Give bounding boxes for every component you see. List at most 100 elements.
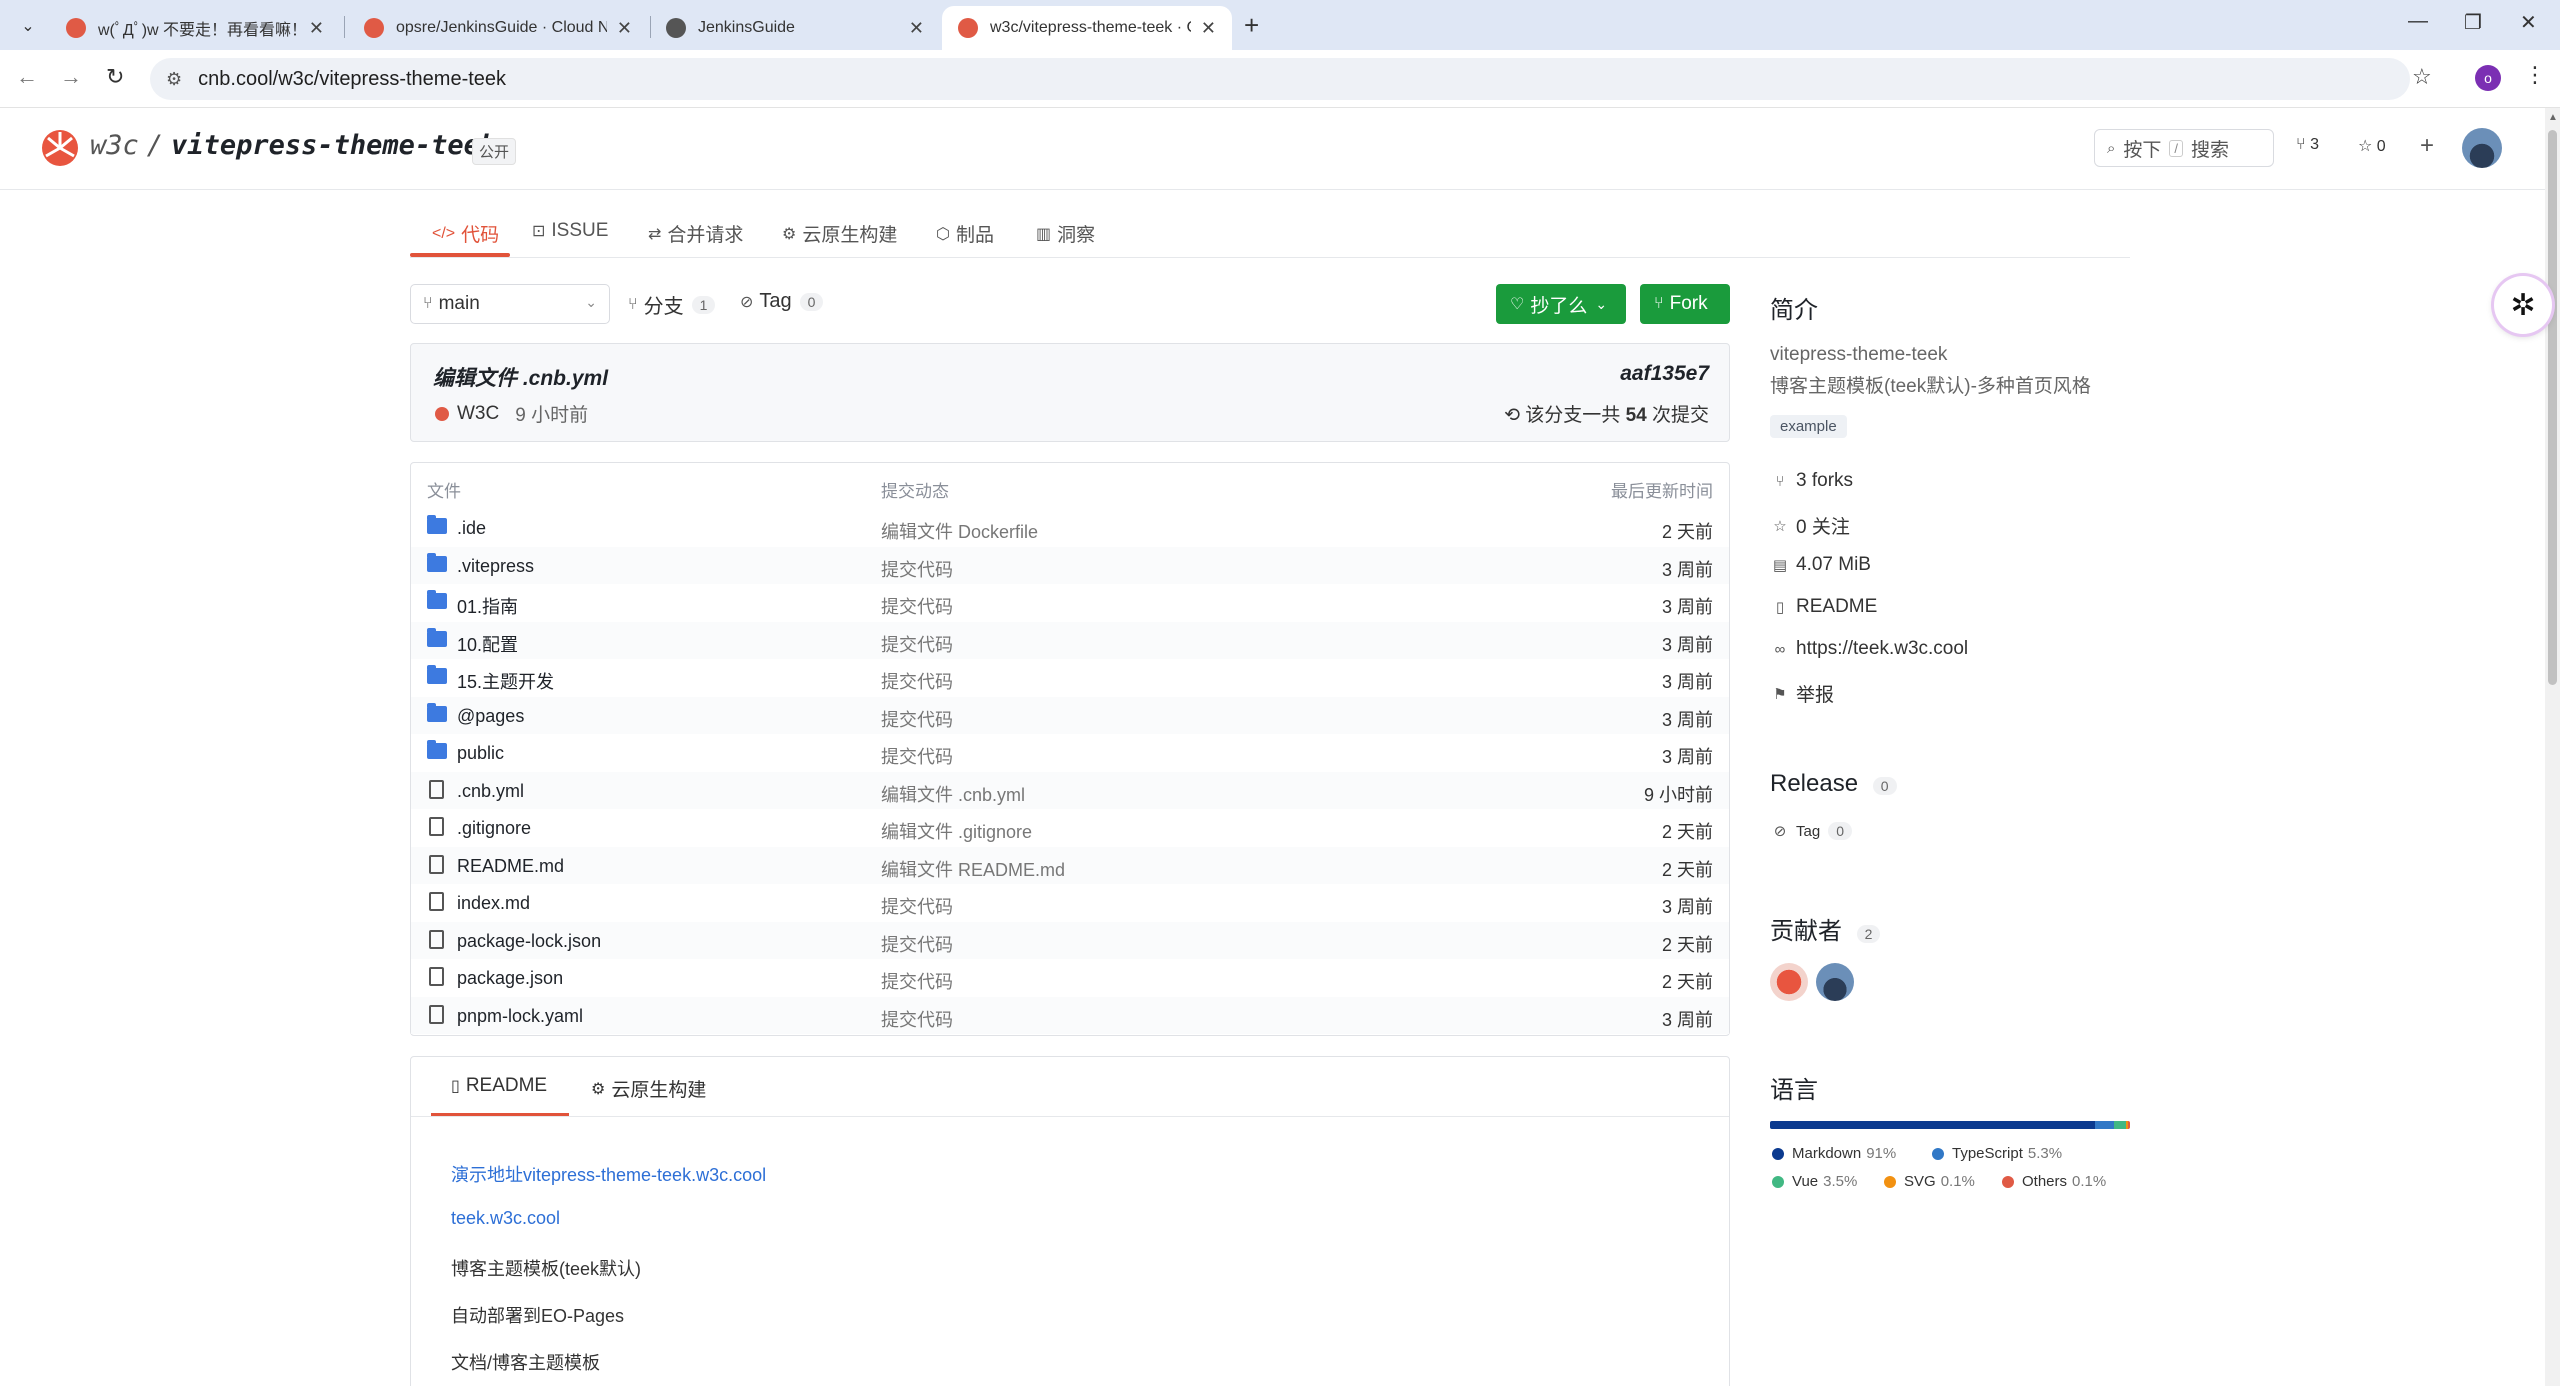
tab-code[interactable]: </> 代码	[432, 220, 499, 247]
contributor-avatar[interactable]	[1816, 963, 1854, 1001]
cnb-logo-icon[interactable]	[40, 128, 80, 168]
tab-insights[interactable]: ▥ 洞察	[1036, 220, 1095, 247]
commit-history-link[interactable]: ⟲ 该分支一共 54 次提交	[1504, 400, 1709, 427]
branch-selector[interactable]: ⑂ main ⌄	[410, 284, 610, 324]
contributor-avatar[interactable]	[1770, 963, 1808, 1001]
tab-issue[interactable]: ⊡ ISSUE	[532, 220, 608, 242]
file-name[interactable]: package.json	[457, 968, 563, 989]
tab-readme-cloud-build[interactable]: ⚙ 云原生构建	[591, 1075, 706, 1102]
file-name[interactable]: index.md	[457, 893, 530, 914]
file-commit-message[interactable]: 提交代码	[881, 893, 953, 919]
new-tab-plus-icon[interactable]: +	[1244, 12, 1259, 38]
file-commit-message[interactable]: 编辑文件 README.md	[881, 856, 1065, 882]
browser-menu-icon[interactable]: ⋮	[2524, 62, 2546, 88]
minimize-window-icon[interactable]: —	[2408, 10, 2428, 33]
release-heading[interactable]: Release 0	[1770, 770, 1897, 798]
forward-arrow-icon[interactable]: →	[60, 64, 82, 90]
close-tab-icon[interactable]: ✕	[909, 18, 924, 39]
file-row[interactable]: .gitignore 编辑文件 .gitignore 2 天前	[411, 809, 1729, 847]
close-tab-icon[interactable]: ✕	[617, 18, 632, 39]
browser-tab[interactable]: JenkinsGuide ✕	[650, 6, 940, 50]
release-tags-link[interactable]: ⊘ Tag 0	[1772, 822, 1852, 840]
bookmark-star-icon[interactable]: ☆	[2412, 64, 2432, 90]
file-row[interactable]: pnpm-lock.yaml 提交代码 3 周前	[411, 996, 1729, 1034]
file-name[interactable]: @pages	[457, 706, 524, 727]
star-dropdown-button[interactable]: ♡ 抄了么 ⌄	[1496, 284, 1626, 324]
topic-tag[interactable]: example	[1770, 415, 1847, 438]
file-name[interactable]: 01.指南	[457, 593, 518, 619]
breadcrumb-repo[interactable]: vitepress-theme-teek	[171, 130, 496, 161]
file-row[interactable]: 01.指南 提交代码 3 周前	[411, 584, 1729, 622]
floating-assistant-icon[interactable]: ✲	[2494, 276, 2552, 334]
file-name[interactable]: .vitepress	[457, 556, 534, 577]
file-row[interactable]: index.md 提交代码 3 周前	[411, 884, 1729, 922]
stat-website[interactable]: ∞ https://teek.w3c.cool	[1772, 638, 1969, 660]
file-commit-message[interactable]: 编辑文件 .cnb.yml	[881, 781, 1025, 807]
file-row[interactable]: .ide 编辑文件 Dockerfile 2 天前	[411, 509, 1729, 547]
file-commit-message[interactable]: 提交代码	[881, 931, 953, 957]
file-name[interactable]: .ide	[457, 518, 486, 539]
file-name[interactable]: .cnb.yml	[457, 781, 524, 802]
file-commit-message[interactable]: 提交代码	[881, 1006, 953, 1032]
header-fork-count[interactable]: ⑂ 3	[2296, 136, 2319, 154]
profile-avatar[interactable]: o	[2475, 65, 2501, 91]
file-row[interactable]: package.json 提交代码 2 天前	[411, 959, 1729, 997]
browser-tab[interactable]: w(ﾟДﾟ)w 不要走！再看看嘛！ ✕	[50, 6, 340, 50]
branches-link[interactable]: ⑂ 分支 1	[628, 290, 716, 319]
tags-link[interactable]: ⊘ Tag 0	[740, 290, 824, 313]
file-name[interactable]: public	[457, 743, 504, 764]
user-avatar[interactable]	[2462, 128, 2502, 168]
header-star-count[interactable]: ☆ 0	[2358, 136, 2386, 156]
file-row[interactable]: public 提交代码 3 周前	[411, 734, 1729, 772]
file-row[interactable]: .vitepress 提交代码 3 周前	[411, 546, 1729, 584]
stat-forks[interactable]: ⑂ 3 forks	[1772, 470, 1853, 492]
file-commit-message[interactable]: 提交代码	[881, 743, 953, 769]
stat-report[interactable]: ⚑ 举报	[1772, 680, 1834, 707]
file-commit-message[interactable]: 提交代码	[881, 556, 953, 582]
file-row[interactable]: 15.主题开发 提交代码 3 周前	[411, 659, 1729, 697]
tab-merge-requests[interactable]: ⇄ 合并请求	[648, 220, 743, 247]
site-info-icon[interactable]: ⚙	[166, 69, 182, 90]
back-arrow-icon[interactable]: ←	[16, 64, 38, 90]
breadcrumb-owner[interactable]: w3c	[90, 130, 139, 161]
file-commit-message[interactable]: 提交代码	[881, 706, 953, 732]
stat-watchers[interactable]: ☆ 0 关注	[1772, 512, 1850, 539]
file-name[interactable]: README.md	[457, 856, 564, 877]
commit-hash[interactable]: aaf135e7	[1620, 362, 1709, 386]
reload-icon[interactable]: ↻	[106, 64, 124, 90]
file-row[interactable]: @pages 提交代码 3 周前	[411, 696, 1729, 734]
file-commit-message[interactable]: 提交代码	[881, 668, 953, 694]
file-name[interactable]: pnpm-lock.yaml	[457, 1006, 583, 1027]
file-name[interactable]: 15.主题开发	[457, 668, 554, 694]
fork-button[interactable]: ⑂ Fork	[1640, 284, 1730, 324]
readme-demo-link[interactable]: 演示地址vitepress-theme-teek.w3c.cool	[451, 1161, 766, 1187]
file-commit-message[interactable]: 编辑文件 Dockerfile	[881, 518, 1038, 544]
file-row[interactable]: .cnb.yml 编辑文件 .cnb.yml 9 小时前	[411, 771, 1729, 809]
file-row[interactable]: README.md 编辑文件 README.md 2 天前	[411, 846, 1729, 884]
file-commit-message[interactable]: 提交代码	[881, 968, 953, 994]
file-name[interactable]: 10.配置	[457, 631, 518, 657]
close-tab-icon[interactable]: ✕	[1201, 18, 1216, 39]
file-commit-message[interactable]: 提交代码	[881, 593, 953, 619]
close-tab-icon[interactable]: ✕	[309, 18, 324, 39]
restore-window-icon[interactable]: ❐	[2464, 10, 2482, 35]
tab-search-chevron-icon[interactable]: ⌄	[14, 12, 42, 40]
tab-cloud-build[interactable]: ⚙ 云原生构建	[782, 220, 897, 247]
scroll-up-arrow-icon[interactable]: ▲	[2548, 112, 2558, 123]
url-field[interactable]: ⚙ cnb.cool/w3c/vitepress-theme-teek	[150, 58, 2410, 100]
readme-site-link[interactable]: teek.w3c.cool	[451, 1208, 560, 1229]
scrollbar-thumb[interactable]	[2548, 130, 2557, 685]
file-row[interactable]: package-lock.json 提交代码 2 天前	[411, 921, 1729, 959]
tab-packages[interactable]: ⬡ 制品	[936, 220, 994, 247]
file-commit-message[interactable]: 编辑文件 .gitignore	[881, 818, 1032, 844]
commit-message[interactable]: 编辑文件 .cnb.yml	[433, 362, 608, 392]
commit-author[interactable]: W3C	[457, 403, 499, 425]
header-search-box[interactable]: ⌕ 按下 / 搜索	[2094, 129, 2274, 167]
stat-readme[interactable]: ▯ README	[1772, 596, 1877, 618]
file-row[interactable]: 10.配置 提交代码 3 周前	[411, 621, 1729, 659]
browser-tab-active[interactable]: w3c/vitepress-theme-teek · C ✕	[942, 6, 1232, 50]
close-window-icon[interactable]: ✕	[2520, 10, 2537, 35]
browser-tab[interactable]: opsre/JenkinsGuide · Cloud N ✕	[348, 6, 648, 50]
tab-readme[interactable]: ▯ README	[451, 1075, 547, 1097]
file-name[interactable]: package-lock.json	[457, 931, 601, 952]
